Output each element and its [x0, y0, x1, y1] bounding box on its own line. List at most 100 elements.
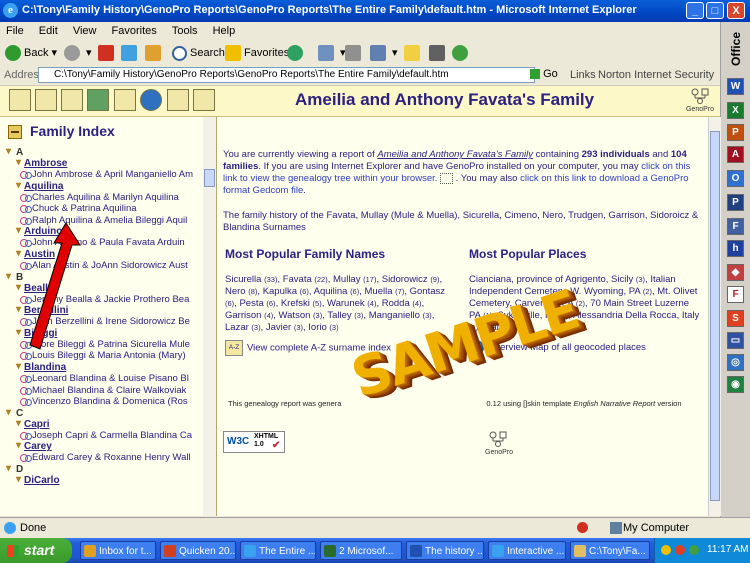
- frontpage-icon[interactable]: F: [727, 218, 744, 235]
- norton-toolbar[interactable]: Norton Internet Security: [598, 69, 714, 81]
- edit-button[interactable]: ▾: [370, 43, 398, 63]
- globe-nav-icon[interactable]: [140, 89, 162, 111]
- surname-link[interactable]: Favata (22): [283, 274, 328, 285]
- web-icon[interactable]: ◎: [727, 354, 744, 371]
- menu-edit[interactable]: Edit: [33, 22, 64, 37]
- index-scroll-thumb[interactable]: [204, 169, 215, 187]
- index-family[interactable]: DiCarlo: [6, 474, 206, 486]
- refresh-button[interactable]: [121, 43, 140, 63]
- surname-link[interactable]: Kapulka (6): [263, 286, 309, 297]
- family-nav-icon[interactable]: [61, 89, 83, 111]
- index-family[interactable]: Aquilina: [6, 180, 206, 192]
- publisher-icon[interactable]: P: [727, 194, 744, 211]
- index-couple[interactable]: Charles Aquilina & Marilyn Aquilina: [6, 192, 208, 204]
- favorites-button[interactable]: Favorites: [225, 43, 289, 63]
- links-button[interactable]: Links: [570, 69, 596, 81]
- tray-icon[interactable]: [661, 545, 671, 555]
- tray-icon[interactable]: [675, 545, 685, 555]
- maximize-button[interactable]: □: [706, 2, 724, 19]
- tray-icon[interactable]: [689, 545, 699, 555]
- main-scrollbar[interactable]: [708, 117, 721, 516]
- surname-link[interactable]: Pesta (6): [239, 298, 275, 309]
- index-letter[interactable]: C: [6, 407, 206, 419]
- document-nav-icon[interactable]: [167, 89, 189, 111]
- surname-link[interactable]: Iorio (3): [308, 322, 338, 333]
- index-couple[interactable]: Edward Carey & Roxanne Henry Wall: [6, 452, 208, 464]
- main-scroll-thumb[interactable]: [710, 131, 720, 501]
- surname-link[interactable]: Aquilina (6): [314, 286, 360, 297]
- surname-link[interactable]: Nero (8): [225, 286, 257, 297]
- home-nav-icon[interactable]: [9, 89, 31, 111]
- taskbar-item[interactable]: C:\Tony\Fa...: [570, 541, 650, 560]
- menu-favorites[interactable]: Favorites: [106, 22, 163, 37]
- surname-link[interactable]: Sidorowicz (9): [382, 274, 440, 285]
- help-icon[interactable]: h: [727, 240, 744, 257]
- index-family[interactable]: Capri: [6, 418, 206, 430]
- index-couple[interactable]: Vincenzo Blandina & Domenica (Ros: [6, 396, 208, 408]
- word-icon[interactable]: W: [727, 78, 744, 95]
- index-family[interactable]: Carey: [6, 440, 206, 452]
- minimize-button[interactable]: _: [686, 2, 704, 19]
- report-title-link[interactable]: Ameilia and Anthony Favata's Family: [377, 149, 533, 160]
- surname-link[interactable]: Garrison (4): [225, 310, 273, 321]
- close-button[interactable]: X: [727, 2, 745, 19]
- forward-button[interactable]: ▾: [64, 43, 92, 63]
- print-button[interactable]: [345, 43, 364, 63]
- outlook-icon[interactable]: O: [727, 170, 744, 187]
- taskbar-item[interactable]: The history ...: [406, 541, 484, 560]
- research-button[interactable]: [429, 43, 448, 63]
- surname-link[interactable]: Manganiello (3): [369, 310, 432, 321]
- surname-link[interactable]: Mullay (17): [333, 274, 376, 285]
- individual-nav-icon[interactable]: [35, 89, 57, 111]
- excel-icon[interactable]: X: [727, 102, 744, 119]
- surname-link[interactable]: Sicurella (33): [225, 274, 277, 285]
- camera-nav-icon[interactable]: [114, 89, 136, 111]
- surname-link[interactable]: Rodda (4): [382, 298, 422, 309]
- app-icon[interactable]: S: [727, 310, 744, 327]
- taskbar-item[interactable]: 2 Microsof...: [320, 541, 402, 560]
- index-letter[interactable]: D: [6, 463, 206, 475]
- history-button[interactable]: [287, 43, 306, 63]
- index-couple[interactable]: Louis Bileggi & Maria Antonia (Mary): [6, 350, 208, 362]
- surname-link[interactable]: Watson (3): [279, 310, 323, 321]
- w3c-xhtml-badge[interactable]: W3C XHTML 1.0 ✔: [223, 431, 285, 453]
- sources-nav-icon[interactable]: [193, 89, 215, 111]
- font-icon[interactable]: F: [727, 286, 744, 303]
- messenger-button[interactable]: [452, 43, 471, 63]
- index-couple[interactable]: Joseph Capri & Carmella Blandina Ca: [6, 430, 208, 442]
- surname-link[interactable]: Krefski (5): [281, 298, 322, 309]
- go-button[interactable]: Go: [530, 68, 558, 80]
- menu-view[interactable]: View: [67, 22, 103, 37]
- surname-link[interactable]: Lazar (3): [225, 322, 261, 333]
- start-button[interactable]: start: [0, 538, 72, 563]
- globe-app-icon[interactable]: ◉: [727, 376, 744, 393]
- menu-help[interactable]: Help: [207, 22, 242, 37]
- photo-icon[interactable]: ◆: [727, 264, 744, 281]
- access-icon[interactable]: A: [727, 146, 744, 163]
- taskbar-item[interactable]: Inbox for t...: [80, 541, 156, 560]
- surname-link[interactable]: Talley (3): [327, 310, 363, 321]
- taskbar-item[interactable]: Interactive ...: [488, 541, 566, 560]
- menu-tools[interactable]: Tools: [166, 22, 204, 37]
- index-family[interactable]: Blandina: [6, 361, 206, 373]
- index-scrollbar[interactable]: [203, 117, 216, 516]
- genopro-footer-logo[interactable]: GenoPro: [485, 431, 513, 459]
- search-button[interactable]: Search: [172, 43, 225, 63]
- address-input[interactable]: C:\Tony\Family History\GenoPro Reports\G…: [38, 67, 535, 83]
- index-family[interactable]: Ambrose: [6, 157, 206, 169]
- index-letter[interactable]: A: [6, 146, 206, 158]
- index-couple[interactable]: Michael Blandina & Claire Walkoviak: [6, 385, 208, 397]
- index-couple[interactable]: Leonard Blandina & Louise Pisano Bl: [6, 373, 208, 385]
- collapse-icon[interactable]: [8, 125, 22, 140]
- taskbar-item[interactable]: Quicken 20...: [160, 541, 236, 560]
- popup-blocked-icon[interactable]: [577, 522, 588, 533]
- folder-app-icon[interactable]: ▭: [727, 332, 744, 349]
- surname-link[interactable]: Muella (7): [365, 286, 405, 297]
- index-couple[interactable]: John Ambrose & April Manganiello Am: [6, 169, 208, 181]
- discuss-button[interactable]: [404, 43, 423, 63]
- home-button[interactable]: [145, 43, 164, 63]
- stop-button[interactable]: [98, 43, 117, 63]
- surname-link[interactable]: Javier (3): [266, 322, 303, 333]
- powerpoint-icon[interactable]: P: [727, 124, 744, 141]
- tree-nav-icon[interactable]: [87, 89, 109, 111]
